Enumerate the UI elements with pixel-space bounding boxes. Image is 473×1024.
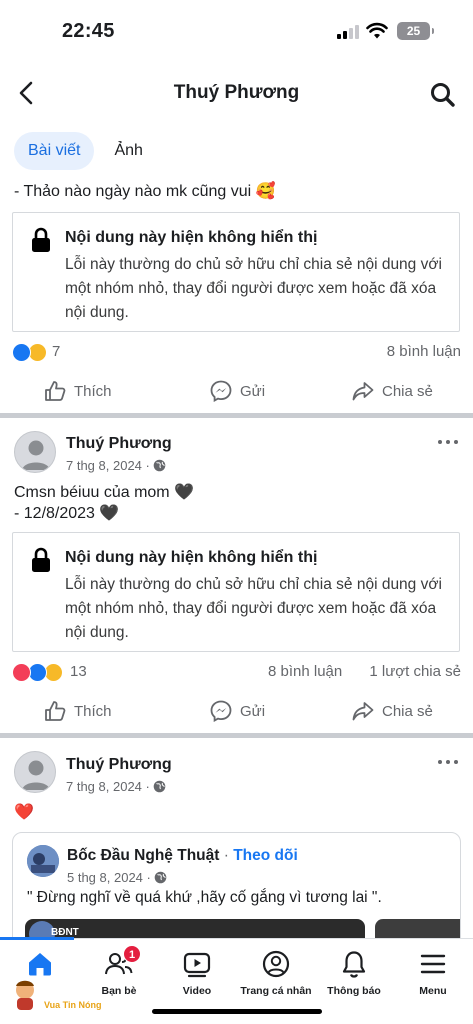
shared-page-header: Bốc Đầu Nghệ Thuật · Theo dõi [67, 847, 298, 865]
share-button[interactable]: Chia sẻ [352, 693, 433, 729]
send-button[interactable]: Gửi [210, 693, 265, 729]
share-arrow-icon [352, 382, 374, 401]
lock-icon [32, 547, 50, 572]
unavailable-title: Nội dung này hiện không hiển thị [65, 229, 318, 246]
more-options-icon[interactable] [438, 757, 460, 767]
post-divider [0, 733, 473, 738]
nav-notifications[interactable]: Thông báo [314, 939, 394, 1009]
profile-tabs: Bài viết Ảnh [14, 131, 163, 171]
active-tab-indicator [0, 937, 74, 940]
post-author[interactable]: Thuý Phương [66, 435, 172, 453]
love-reaction-icon [12, 663, 31, 682]
shared-post-meta: 5 thg 8, 2024 · [67, 870, 167, 885]
post-date[interactable]: 7 thg 8, 2024 · [66, 458, 150, 473]
profile-icon [262, 950, 290, 978]
post-meta: 7 thg 8, 2024 · [66, 458, 166, 473]
battery-indicator: 25 [397, 22, 434, 40]
messenger-icon [210, 380, 232, 402]
watermark-text: Vua Tin Nóng [44, 1000, 102, 1010]
unavailable-description: Lỗi này thường do chủ sở hữu chỉ chia sẻ… [65, 576, 442, 641]
nav-menu-label: Menu [419, 985, 447, 997]
post-divider [0, 413, 473, 418]
reaction-count: 13 [70, 663, 87, 680]
nav-profile-label: Trang cá nhân [240, 985, 312, 997]
page-title: Thuý Phương [173, 82, 300, 103]
status-bar: 22:45 25 [0, 0, 473, 60]
share-label: Chia sẻ [382, 702, 433, 720]
avatar[interactable] [14, 751, 56, 793]
post-date[interactable]: 7 thg 8, 2024 · [66, 779, 150, 794]
menu-icon [420, 954, 446, 974]
wifi-icon [366, 22, 388, 39]
like-button[interactable]: Thích [44, 693, 112, 729]
shares-count[interactable]: 1 lượt chia sẻ [369, 663, 461, 680]
shared-page-name[interactable]: Bốc Đầu Nghệ Thuật [67, 847, 219, 864]
tab-posts[interactable]: Bài viết [14, 132, 95, 170]
post-meta: 7 thg 8, 2024 · [66, 779, 166, 794]
thumbs-up-icon [45, 701, 66, 721]
share-arrow-icon [352, 702, 374, 721]
nav-profile[interactable]: Trang cá nhân [236, 939, 316, 1009]
reaction-count: 7 [52, 343, 61, 360]
like-reaction-icon [12, 343, 31, 362]
comments-count[interactable]: 8 bình luận [387, 343, 461, 360]
globe-icon [153, 459, 166, 472]
reaction-summary[interactable]: 13 8 bình luận 1 lượt chia sẻ [12, 661, 461, 685]
default-avatar-icon [22, 440, 50, 470]
content-unavailable-card: Nội dung này hiện không hiển thị Lỗi này… [12, 532, 460, 652]
thumbs-up-icon [45, 381, 66, 401]
send-label: Gửi [240, 702, 266, 720]
globe-icon [153, 780, 166, 793]
post-author[interactable]: Thuý Phương [66, 756, 172, 774]
share-button[interactable]: Chia sẻ [352, 373, 433, 409]
mascot-icon [16, 980, 34, 1010]
home-icon [29, 953, 51, 976]
content-unavailable-card: Nội dung này hiện không hiển thị Lỗi này… [12, 212, 460, 332]
post-text: - Thảo nào ngày nào mk cũng vui 🥰 [14, 183, 276, 200]
shared-post-date[interactable]: 5 thg 8, 2024 · [67, 870, 151, 885]
like-label: Thích [74, 702, 112, 720]
more-options-icon[interactable] [438, 437, 460, 447]
nav-notifications-label: Thông báo [327, 985, 381, 997]
nav-video[interactable]: Video [157, 939, 237, 1009]
post-text-line-2: - 12/8/2023 🖤 [14, 505, 120, 522]
unavailable-description: Lỗi này thường do chủ sở hữu chỉ chia sẻ… [65, 256, 442, 321]
bell-icon [342, 951, 366, 978]
nav-menu[interactable]: Menu [393, 939, 473, 1009]
like-label: Thích [74, 382, 112, 400]
send-label: Gửi [240, 382, 266, 400]
status-time: 22:45 [62, 20, 115, 42]
name-separator: · [223, 847, 229, 864]
page-logo-icon [27, 845, 59, 877]
tab-photos[interactable]: Ảnh [100, 132, 156, 170]
comments-count[interactable]: 8 bình luận [268, 663, 342, 680]
reaction-summary[interactable]: 7 8 bình luận [12, 341, 461, 365]
page-avatar[interactable] [27, 845, 59, 877]
lock-icon [32, 227, 50, 252]
messenger-icon [210, 700, 232, 722]
home-indicator [152, 1009, 322, 1014]
watermark-logo: Vua Tin Nóng [10, 978, 110, 1014]
friends-notification-badge: 1 [123, 945, 141, 963]
globe-icon [154, 871, 167, 884]
post-actions: Thích Gửi Chia sẻ [0, 373, 473, 409]
avatar[interactable] [14, 431, 56, 473]
follow-button[interactable]: Theo dõi [233, 847, 298, 864]
nav-video-label: Video [182, 985, 212, 997]
shared-post-text: " Đừng nghĩ về quá khứ ,hãy cố gắng vì t… [27, 889, 382, 906]
unavailable-title: Nội dung này hiện không hiển thị [65, 549, 318, 566]
share-label: Chia sẻ [382, 382, 433, 400]
profile-header: Thuý Phương [0, 70, 473, 120]
post-text: ❤️ [14, 804, 34, 821]
post-actions: Thích Gửi Chia sẻ [0, 693, 473, 729]
search-icon[interactable] [428, 80, 458, 110]
cellular-signal-icon [337, 25, 361, 39]
send-button[interactable]: Gửi [210, 373, 265, 409]
post-text-line-1: Cmsn béiuu của mom 🖤 [14, 484, 194, 501]
video-icon [183, 952, 211, 978]
like-button[interactable]: Thích [44, 373, 112, 409]
default-avatar-icon [22, 760, 50, 790]
